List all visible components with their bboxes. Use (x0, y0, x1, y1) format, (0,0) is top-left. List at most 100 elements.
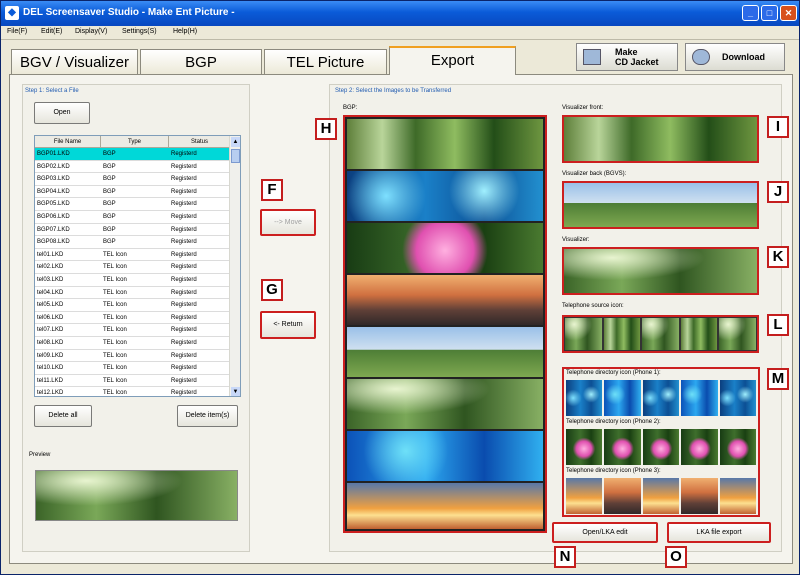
open-lka-edit-button[interactable]: Open/LKA edit (552, 522, 658, 543)
visualizer-image[interactable] (562, 247, 759, 295)
delete-all-button[interactable]: Delete all (34, 405, 92, 427)
bgp-image-strip[interactable] (343, 115, 547, 533)
table-row[interactable]: tel01.LKD TEL Icon Registerd (35, 249, 240, 262)
type-cell: TEL Icon (103, 276, 127, 283)
col-type[interactable]: Type (101, 136, 169, 147)
menu-edit[interactable]: Edit(E) (41, 28, 62, 35)
tel-dir2-thumb[interactable] (681, 429, 718, 465)
export-panel: Step 1: Select a File Open File Name Typ… (9, 74, 793, 564)
table-row[interactable]: BGP08.LKD BGP Registerd (35, 236, 240, 249)
scroll-up-icon[interactable]: ▲ (231, 137, 240, 147)
annotation-tag-m: M (767, 368, 789, 390)
tel-dir2-thumb[interactable] (604, 429, 641, 465)
tel-source-thumb[interactable] (642, 318, 679, 350)
table-row[interactable]: BGP02.LKD BGP Registerd (35, 161, 240, 174)
table-row[interactable]: BGP05.LKD BGP Registerd (35, 198, 240, 211)
annotation-tag-j: J (767, 181, 789, 203)
tel-dir3-thumb[interactable] (642, 478, 680, 514)
tab-bgv-visualizer[interactable]: BGV / Visualizer (11, 49, 138, 74)
tel-source-thumb[interactable] (603, 318, 641, 350)
bgp-image-2[interactable] (347, 171, 543, 221)
tel-dir3-thumb[interactable] (719, 478, 757, 514)
table-row[interactable]: BGP03.LKD BGP Registerd (35, 173, 240, 186)
menu-file[interactable]: File(F) (7, 28, 27, 35)
telephone-directory-2-icons[interactable] (566, 429, 757, 465)
table-row[interactable]: tel07.LKD TEL Icon Registerd (35, 324, 240, 337)
download-icon (692, 49, 710, 65)
tel-source-thumb[interactable] (680, 318, 718, 350)
open-button[interactable]: Open (34, 102, 90, 124)
menu-settings[interactable]: Settings(S) (122, 28, 157, 35)
bgp-image-8[interactable] (347, 483, 543, 529)
table-row[interactable]: BGP04.LKD BGP Registerd (35, 186, 240, 199)
table-row[interactable]: BGP06.LKD BGP Registerd (35, 211, 240, 224)
download-button[interactable]: Download (685, 43, 785, 71)
tab-tel-picture[interactable]: TEL Picture (264, 49, 387, 74)
tel-dir3-thumb[interactable] (681, 478, 718, 514)
table-row[interactable]: tel12.LKD TEL Icon Registerd (35, 387, 240, 396)
table-row[interactable]: tel06.LKD TEL Icon Registerd (35, 312, 240, 325)
table-row[interactable]: tel09.LKD TEL Icon Registerd (35, 350, 240, 363)
bgp-image-7[interactable] (347, 431, 543, 481)
tel-dir1-thumb[interactable] (604, 380, 641, 416)
type-cell: TEL Icon (103, 314, 127, 321)
file-name-cell: tel10.LKD (37, 365, 64, 372)
table-row[interactable]: tel02.LKD TEL Icon Registerd (35, 261, 240, 274)
tab-export[interactable]: Export (389, 46, 516, 75)
tel-dir2-thumb[interactable] (719, 429, 757, 465)
close-icon[interactable]: ✕ (780, 5, 797, 21)
return-button[interactable]: <- Return (260, 311, 316, 339)
tel-dir3-thumb[interactable] (566, 478, 603, 514)
tel-dir1-thumb[interactable] (566, 380, 603, 416)
tel-dir2-thumb[interactable] (566, 429, 603, 465)
table-row[interactable]: tel10.LKD TEL Icon Registerd (35, 362, 240, 375)
bgp-image-6[interactable] (347, 379, 543, 429)
tel-source-thumb[interactable] (719, 318, 756, 350)
tel-dir1-thumb[interactable] (681, 380, 718, 416)
minimize-icon[interactable]: _ (742, 5, 759, 21)
table-row[interactable]: tel08.LKD TEL Icon Registerd (35, 337, 240, 350)
scroll-down-icon[interactable]: ▼ (231, 387, 240, 396)
type-cell: TEL Icon (103, 327, 127, 334)
move-button[interactable]: --> Move (260, 209, 316, 236)
bgp-image-5[interactable] (347, 327, 543, 377)
bgp-image-4[interactable] (347, 275, 543, 325)
bgp-image-3[interactable] (347, 223, 543, 273)
telephone-directory-1-icons[interactable] (566, 380, 757, 416)
menu-help[interactable]: Help(H) (173, 28, 197, 35)
table-row[interactable]: BGP01.LKD BGP Registerd (35, 148, 240, 161)
tel-source-thumb[interactable] (565, 318, 602, 350)
visualizer-front-image[interactable] (562, 115, 759, 163)
visualizer-back-label: Visualizer back (BGVS): (562, 171, 627, 177)
table-row[interactable]: BGP07.LKD BGP Registerd (35, 224, 240, 237)
file-name-cell: tel07.LKD (37, 327, 64, 334)
tel-dir1-thumb[interactable] (642, 380, 680, 416)
tab-bgp[interactable]: BGP (140, 49, 262, 74)
make-cd-jacket-button[interactable]: Make CD Jacket (576, 43, 678, 71)
table-row[interactable]: tel05.LKD TEL Icon Registerd (35, 299, 240, 312)
tel-dir2-thumb[interactable] (642, 429, 680, 465)
table-row[interactable]: tel04.LKD TEL Icon Registerd (35, 287, 240, 300)
tel-dir3-thumb[interactable] (604, 478, 641, 514)
table-row[interactable]: tel11.LKD TEL Icon Registerd (35, 375, 240, 388)
maximize-icon[interactable]: □ (761, 5, 778, 21)
tel-dir1-thumb[interactable] (719, 380, 757, 416)
scroll-thumb[interactable] (231, 149, 240, 163)
telephone-source-icons[interactable] (562, 315, 759, 353)
step2-section: Step 2: Select the Images to be Transfer… (329, 84, 782, 552)
annotation-tag-i: I (767, 116, 789, 138)
file-list-scrollbar[interactable]: ▲ ▼ (229, 136, 240, 396)
menu-display[interactable]: Display(V) (75, 28, 107, 35)
status-cell: Registerd (171, 163, 197, 170)
col-status[interactable]: Status (169, 136, 231, 147)
delete-items-button[interactable]: Delete item(s) (177, 405, 238, 427)
title-bar: ◆ DEL Screensaver Studio - Make Ent Pict… (1, 1, 799, 26)
type-cell: TEL Icon (103, 302, 127, 309)
telephone-directory-3-icons[interactable] (566, 478, 757, 514)
lka-file-export-button[interactable]: LKA file export (667, 522, 771, 543)
file-name-cell: BGP03.LKD (37, 176, 70, 183)
table-row[interactable]: tel03.LKD TEL Icon Registerd (35, 274, 240, 287)
col-file-name[interactable]: File Name (35, 136, 101, 147)
visualizer-back-image[interactable] (562, 181, 759, 229)
bgp-image-1[interactable] (347, 119, 543, 169)
